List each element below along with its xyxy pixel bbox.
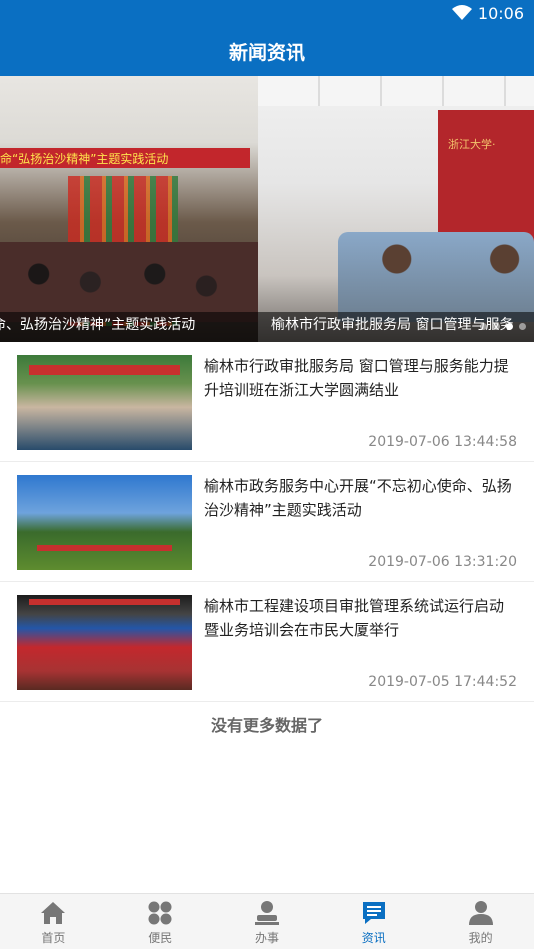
news-item[interactable]: 榆林市行政审批服务局 窗口管理与服务能力提升培训班在浙江大学圆满结业 2019-… bbox=[0, 342, 534, 462]
app-header: 新闻资讯 bbox=[0, 28, 534, 76]
wifi-icon bbox=[452, 5, 472, 20]
tab-home[interactable]: 首页 bbox=[0, 894, 107, 949]
news-carousel[interactable]: 命“弘扬治沙精神”主题实践活动 浙江大学· 命、弘扬治沙精神”主题实践活动 榆林… bbox=[0, 76, 534, 342]
news-time: 2019-07-05 17:44:52 bbox=[368, 674, 517, 690]
tab-convenience[interactable]: 便民 bbox=[107, 894, 214, 949]
tab-profile[interactable]: 我的 bbox=[427, 894, 534, 949]
news-time: 2019-07-06 13:44:58 bbox=[368, 434, 517, 450]
service-icon bbox=[254, 901, 279, 925]
news-title: 榆林市政务服务中心开展“不忘初心使命、弘扬治沙精神”主题实践活动 bbox=[204, 477, 512, 519]
news-item[interactable]: 榆林市工程建设项目审批管理系统试运行启动暨业务培训会在市民大厦举行 2019-0… bbox=[0, 582, 534, 702]
profile-icon bbox=[468, 901, 493, 925]
news-thumbnail bbox=[17, 475, 192, 570]
indicator-dot[interactable] bbox=[519, 323, 526, 330]
indicator-dot[interactable] bbox=[480, 323, 487, 330]
indicator-dot-active[interactable] bbox=[506, 323, 513, 330]
thumbnail-banner bbox=[29, 599, 180, 605]
news-item[interactable]: 榆林市政务服务中心开展“不忘初心使命、弘扬治沙精神”主题实践活动 2019-07… bbox=[0, 462, 534, 582]
slide-banner-text: 命“弘扬治沙精神”主题实践活动 bbox=[0, 152, 169, 166]
tab-label: 便民 bbox=[148, 931, 173, 945]
apps-icon bbox=[148, 901, 172, 925]
tab-label: 首页 bbox=[41, 931, 66, 945]
page-title: 新闻资讯 bbox=[228, 42, 305, 64]
status-time: 10:06 bbox=[477, 4, 524, 23]
tab-label: 我的 bbox=[468, 931, 493, 945]
tab-label: 办事 bbox=[254, 931, 279, 945]
tab-label: 资讯 bbox=[361, 931, 386, 945]
thumbnail-banner bbox=[37, 545, 172, 551]
carousel-indicator[interactable] bbox=[480, 323, 526, 330]
news-icon bbox=[362, 902, 385, 924]
bottom-tab-bar: 首页 便民 办事 资讯 我的 bbox=[0, 893, 534, 949]
thumbnail-banner bbox=[29, 365, 180, 375]
audience-image bbox=[0, 242, 258, 322]
list-end-message: 没有更多数据了 bbox=[210, 716, 323, 735]
home-icon bbox=[41, 902, 66, 924]
projection-screen-image bbox=[438, 110, 534, 250]
news-title: 榆林市行政审批服务局 窗口管理与服务能力提升培训班在浙江大学圆满结业 bbox=[204, 357, 509, 399]
carousel-caption: 榆林市行政审批服务局 窗口管理与服务 bbox=[271, 317, 514, 333]
carousel-slide[interactable]: 命“弘扬治沙精神”主题实践活动 bbox=[0, 76, 258, 342]
carousel-slide[interactable]: 浙江大学· bbox=[258, 76, 534, 342]
ceiling-image bbox=[258, 76, 534, 106]
indicator-dot[interactable] bbox=[493, 323, 500, 330]
status-bar: 10:06 bbox=[0, 0, 534, 28]
news-list: 榆林市行政审批服务局 窗口管理与服务能力提升培训班在浙江大学圆满结业 2019-… bbox=[0, 342, 534, 702]
news-thumbnail bbox=[17, 355, 192, 450]
carousel-caption: 命、弘扬治沙精神”主题实践活动 bbox=[0, 317, 196, 333]
screen-text: 浙江大学· bbox=[448, 138, 496, 151]
tab-services[interactable]: 办事 bbox=[214, 894, 321, 949]
news-title: 榆林市工程建设项目审批管理系统试运行启动暨业务培训会在市民大厦举行 bbox=[204, 597, 505, 639]
speakers-image bbox=[338, 232, 534, 322]
tab-news[interactable]: 资讯 bbox=[320, 894, 427, 949]
news-thumbnail bbox=[17, 595, 192, 690]
news-time: 2019-07-06 13:31:20 bbox=[368, 554, 517, 570]
